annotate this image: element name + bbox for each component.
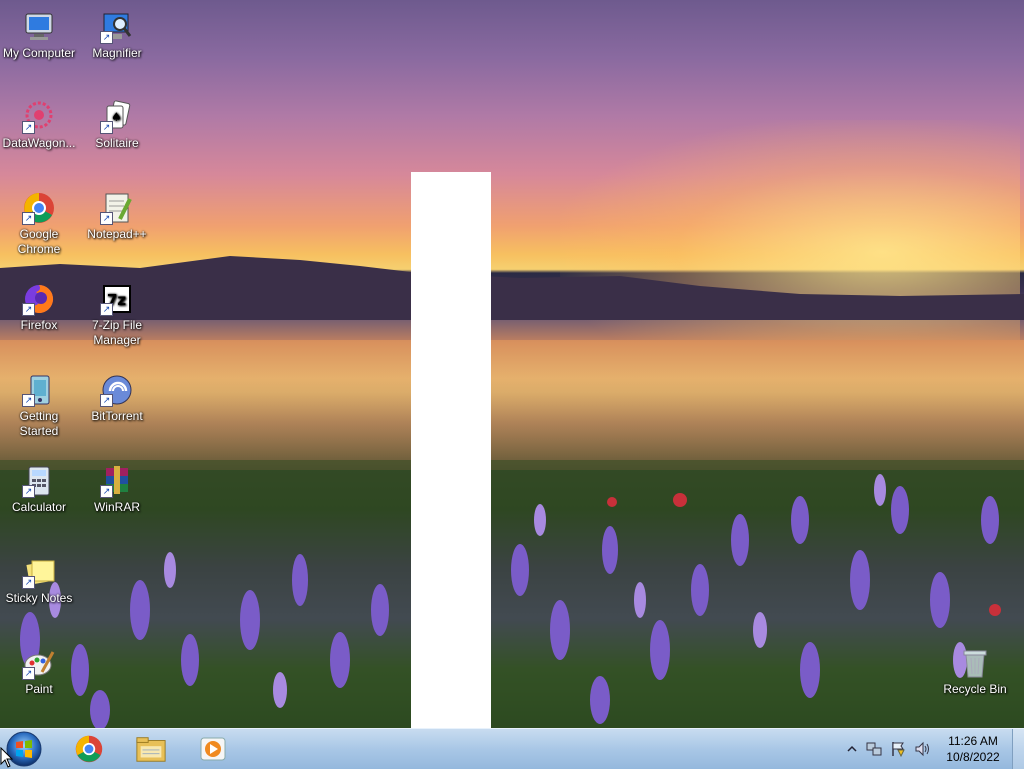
desktop-icon-label: Paint	[25, 682, 53, 696]
bittorrent-icon: ↗	[100, 373, 134, 407]
desktop-icon-calculator[interactable]: ↗ Calculator	[0, 456, 78, 515]
winrar-icon: ↗	[100, 464, 134, 498]
desktop-icon-bittorrent[interactable]: ↗ BitTorrent	[78, 365, 156, 424]
getting-started-icon: ↗	[22, 373, 56, 407]
desktop-icon-google-chrome[interactable]: ↗ Google Chrome	[0, 183, 78, 257]
desktop-icon-label: WinRAR	[93, 500, 140, 514]
desktop-icon-getting-started[interactable]: ↗ Getting Started	[0, 365, 78, 439]
paint-icon: ↗	[22, 646, 56, 680]
chrome-icon: ↗	[22, 191, 56, 225]
desktop-icon-recycle-bin[interactable]: Recycle Bin	[936, 638, 1014, 697]
desktop-icon-sticky-notes[interactable]: ↗ Sticky Notes	[0, 547, 78, 606]
desktop-icon-label: Calculator	[11, 500, 67, 514]
notepadpp-icon: ↗	[100, 191, 134, 225]
7zip-icon: 7z ↗	[100, 282, 134, 316]
desktop-icon-label: Magnifier	[92, 46, 142, 60]
clock-date: 10/8/2022	[946, 750, 1000, 764]
show-desktop-button[interactable]	[1012, 729, 1024, 769]
desktop-icon-magnifier[interactable]: ↗ Magnifier	[78, 2, 156, 61]
mouse-cursor-icon	[0, 747, 14, 768]
show-hidden-icons-button[interactable]	[844, 741, 860, 757]
desktop-wallpaper: My Computer ↗ Magnifier ↗ DataWagon... ♠…	[0, 0, 1024, 728]
blank-window[interactable]	[411, 172, 491, 728]
network-icon[interactable]	[866, 741, 882, 757]
system-clock[interactable]: 11:26 AM 10/8/2022	[938, 733, 1008, 765]
desktop-icon-label: Notepad++	[87, 227, 147, 241]
solitaire-icon: ♠ ↗	[100, 100, 134, 134]
desktop-icon-label: Getting Started	[19, 409, 59, 438]
taskbar-media-player-button[interactable]	[186, 731, 240, 767]
firefox-icon: ↗	[22, 282, 56, 316]
desktop-icon-solitaire[interactable]: ♠ ↗ Solitaire	[78, 92, 156, 151]
clock-time: 11:26 AM	[948, 734, 998, 748]
action-center-flag-icon[interactable]	[890, 741, 906, 758]
taskbar-chrome-button[interactable]	[62, 731, 116, 767]
taskbar: 11:26 AM 10/8/2022	[0, 728, 1024, 769]
media-player-icon	[200, 737, 226, 761]
desktop-icon-label: DataWagon...	[2, 136, 76, 150]
magnifier-icon: ↗	[100, 10, 134, 44]
datawagon-icon: ↗	[22, 100, 56, 134]
desktop-icon-label: Recycle Bin	[943, 682, 1007, 696]
desktop-icon-notepadpp[interactable]: ↗ Notepad++	[78, 183, 156, 242]
desktop-icon-my-computer[interactable]: My Computer	[0, 2, 78, 61]
desktop-icon-label: My Computer	[2, 46, 76, 60]
desktop-icon-winrar[interactable]: ↗ WinRAR	[78, 456, 156, 515]
computer-icon	[22, 10, 56, 44]
recycle-bin-icon	[958, 646, 992, 680]
sticky-notes-icon: ↗	[22, 555, 56, 589]
desktop-icon-label: 7-Zip File Manager	[91, 318, 142, 347]
desktop-icon-label: Solitaire	[95, 136, 139, 150]
desktop-icon-paint[interactable]: ↗ Paint	[0, 638, 78, 697]
taskbar-file-explorer-button[interactable]	[124, 731, 178, 767]
desktop-icon-datawagon[interactable]: ↗ DataWagon...	[0, 92, 78, 151]
calculator-icon: ↗	[22, 464, 56, 498]
desktop-icon-label: Sticky Notes	[5, 591, 73, 605]
file-explorer-icon	[136, 737, 166, 762]
desktop-icon-label: BitTorrent	[91, 409, 143, 423]
chrome-icon	[75, 735, 103, 763]
desktop-icon-7zip[interactable]: 7z ↗ 7-Zip File Manager	[78, 274, 156, 348]
desktop-icon-label: Google Chrome	[17, 227, 61, 256]
desktop-icon-label: Firefox	[20, 318, 58, 332]
desktop-icon-firefox[interactable]: ↗ Firefox	[0, 274, 78, 333]
volume-icon[interactable]	[914, 741, 930, 757]
